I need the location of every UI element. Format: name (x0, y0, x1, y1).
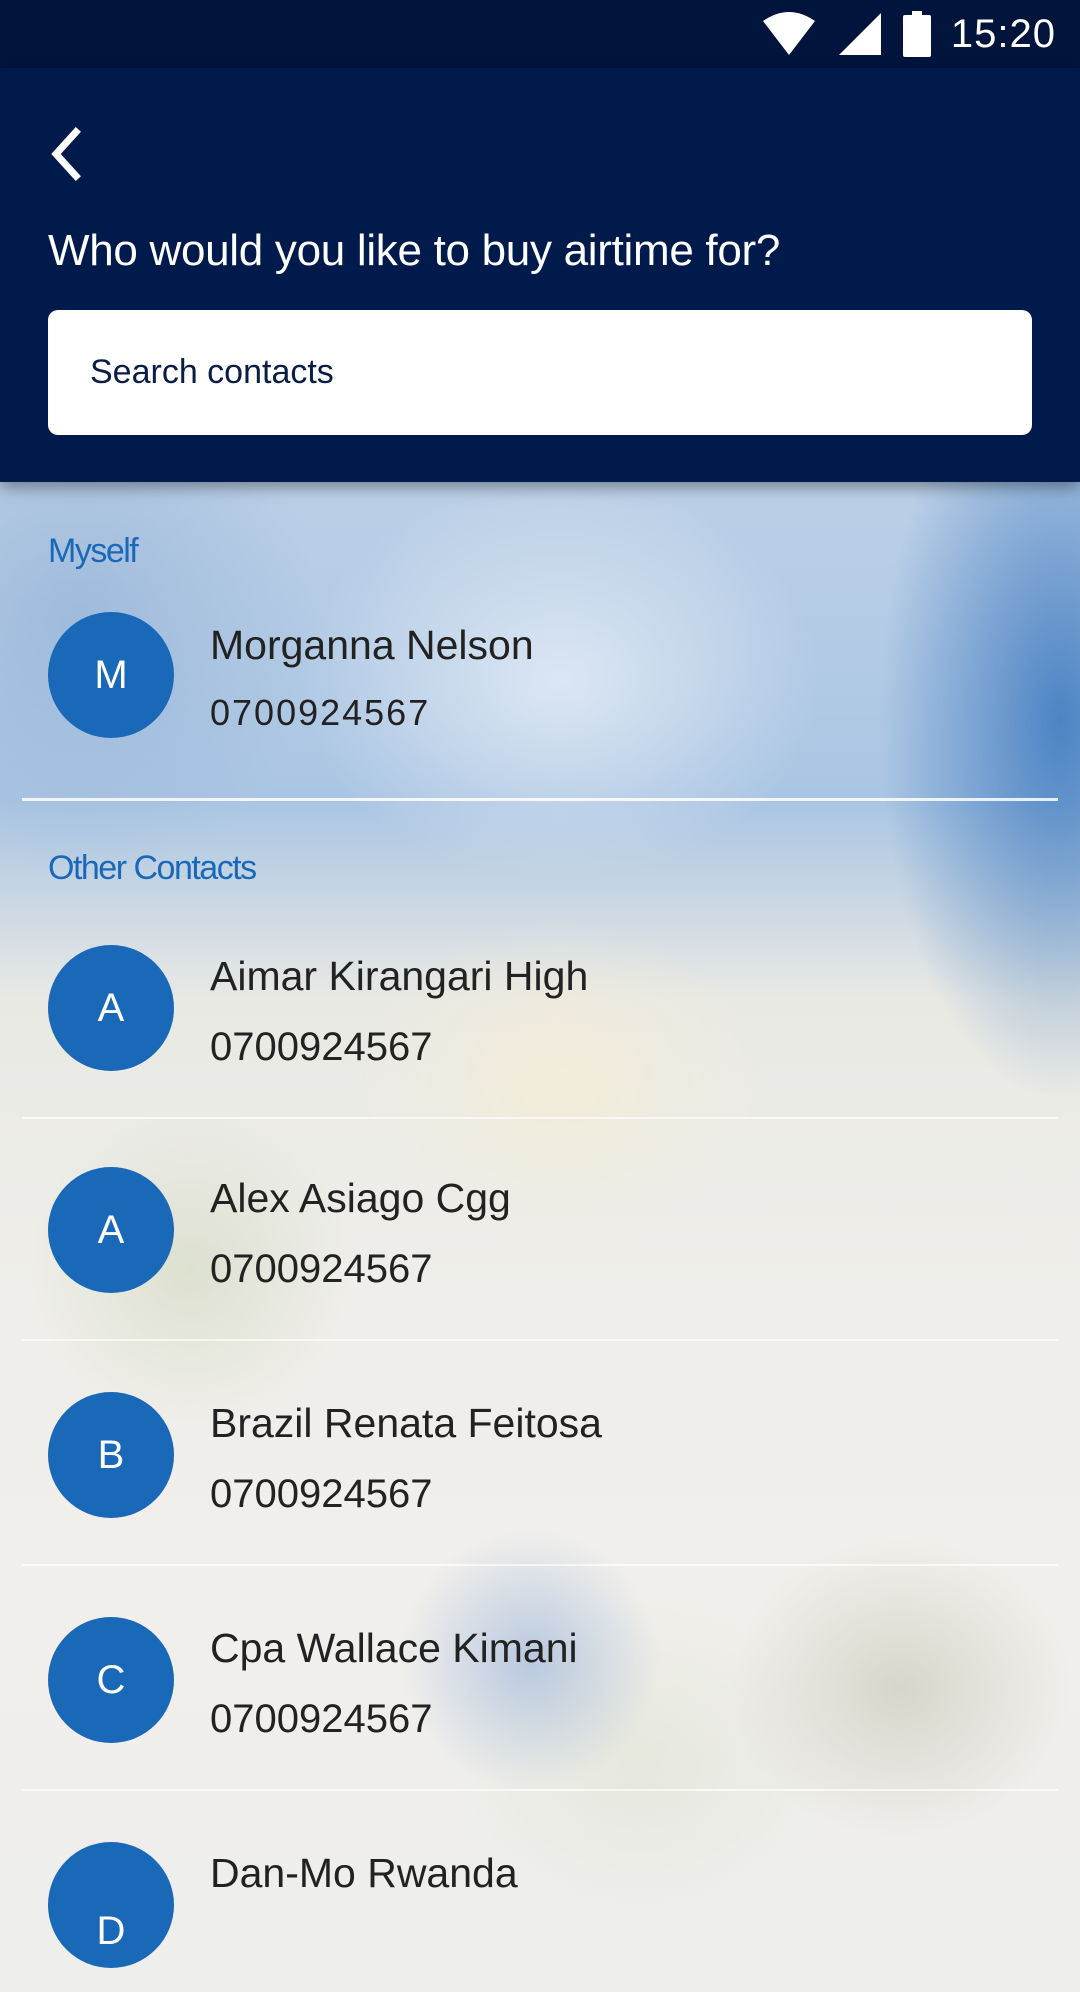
status-bar: 15:20 (0, 0, 1080, 68)
contact-row[interactable]: B Brazil Renata Feitosa 0700924567 (0, 1392, 1080, 1542)
contact-name: Aimar Kirangari High (210, 953, 589, 999)
contact-phone: 0700924567 (210, 1697, 433, 1741)
divider (22, 1339, 1058, 1341)
contact-row[interactable]: C Cpa Wallace Kimani 0700924567 (0, 1617, 1080, 1767)
contact-name: Morganna Nelson (210, 622, 534, 668)
battery-icon (902, 11, 931, 57)
avatar: D (48, 1842, 174, 1968)
avatar: A (48, 1167, 174, 1293)
avatar: B (48, 1392, 174, 1518)
contact-row[interactable]: A Alex Asiago Cgg 0700924567 (0, 1167, 1080, 1317)
back-button[interactable] (36, 126, 96, 186)
contact-name: Dan-Mo Rwanda (210, 1850, 518, 1896)
divider (22, 1789, 1058, 1791)
status-time: 15:20 (950, 11, 1056, 56)
signal-icon (837, 11, 883, 57)
page-title: Who would you like to buy airtime for? (48, 226, 781, 275)
search-input[interactable] (48, 310, 1032, 435)
divider (22, 798, 1058, 801)
contact-phone: 0700924567 (210, 1247, 433, 1291)
contact-row-myself[interactable]: M Morganna Nelson 0700924567 (0, 612, 1080, 762)
header: Who would you like to buy airtime for? (0, 68, 1080, 482)
divider (22, 1564, 1058, 1566)
avatar: C (48, 1617, 174, 1743)
avatar: A (48, 945, 174, 1071)
chevron-left-icon (46, 126, 86, 187)
contact-name: Alex Asiago Cgg (210, 1175, 511, 1221)
section-label-other-contacts: Other Contacts (48, 849, 257, 887)
contact-phone: 0700924567 (210, 692, 431, 733)
contact-phone: 0700924567 (210, 1025, 433, 1069)
avatar: M (48, 612, 174, 738)
contact-row[interactable]: A Aimar Kirangari High 0700924567 (0, 945, 1080, 1095)
contact-name: Cpa Wallace Kimani (210, 1625, 578, 1671)
wifi-icon (761, 11, 817, 57)
contact-name: Brazil Renata Feitosa (210, 1400, 602, 1446)
contact-phone: 0700924567 (210, 1472, 433, 1516)
contact-row[interactable]: D Dan-Mo Rwanda (0, 1842, 1080, 1992)
divider (22, 1117, 1058, 1119)
section-label-myself: Myself (48, 532, 139, 570)
